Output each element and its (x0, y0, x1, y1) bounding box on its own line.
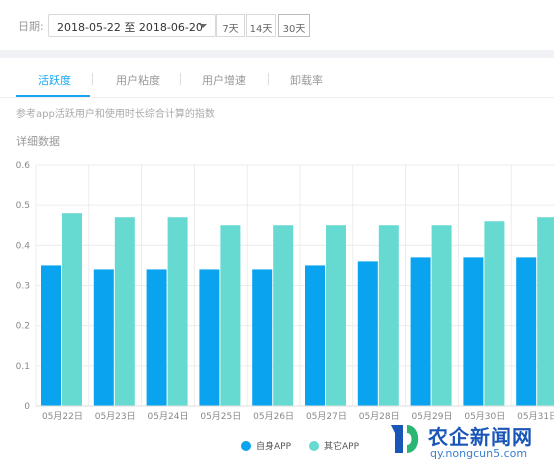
legend-swatch[interactable] (309, 441, 319, 451)
watermark: 农企新闻网 qy.nongcun5.com (388, 421, 548, 461)
date-label: 日期: (18, 20, 44, 33)
bar-self-app[interactable] (41, 265, 61, 406)
x-tick-label: 05月26日 (253, 411, 294, 422)
tab-divider (92, 73, 93, 85)
metric-description: 参考app活跃用户和使用时长综合计算的指数 (16, 109, 215, 120)
y-tick-label: 0.3 (16, 282, 30, 292)
bar-other-app[interactable] (167, 217, 188, 406)
tab-divider (180, 73, 181, 85)
y-tick-label: 0.5 (16, 201, 30, 211)
watermark-url: qy.nongcun5.com (430, 447, 528, 460)
bar-other-app[interactable] (431, 225, 452, 406)
caret-down-icon[interactable] (199, 24, 207, 28)
date-filter-bar: 日期: 2018-05-22 至 2018-06-20 7天 14天 30天 (0, 0, 554, 50)
x-tick-label: 05月23日 (95, 411, 136, 422)
y-tick-label: 0.1 (16, 362, 30, 372)
bar-other-app[interactable] (62, 213, 82, 406)
x-tick-label: 05月27日 (306, 411, 347, 422)
date-range-picker[interactable]: 2018-05-22 至 2018-06-20 (48, 14, 216, 37)
legend-label[interactable]: 其它APP (324, 440, 360, 452)
section-title: 详细数据 (16, 135, 60, 148)
bar-other-app[interactable] (378, 225, 399, 406)
section-separator (0, 50, 554, 58)
bar-self-app[interactable] (357, 261, 378, 406)
bar-self-app[interactable] (199, 269, 220, 406)
x-tick-label: 05月25日 (200, 411, 241, 422)
bar-self-app[interactable] (410, 257, 431, 406)
x-tick-label: 05月24日 (148, 411, 189, 422)
legend-swatch[interactable] (241, 441, 251, 451)
y-tick-label: 0.4 (16, 241, 31, 251)
y-tick-label: 0 (24, 402, 30, 412)
bar-other-app[interactable] (273, 225, 294, 406)
quick-range-14-days[interactable]: 14天 (246, 14, 276, 37)
bar-self-app[interactable] (516, 257, 537, 406)
watermark-logo-icon (391, 425, 419, 453)
y-tick-label: 0.2 (16, 322, 30, 332)
tab-divider (268, 73, 269, 85)
tab-user-stickiness[interactable]: 用户粘度 (116, 72, 160, 88)
bar-self-app[interactable] (252, 269, 273, 406)
watermark-title: 农企新闻网 (428, 425, 533, 449)
tab-uninstall-rate[interactable]: 卸载率 (290, 72, 323, 88)
legend-label[interactable]: 自身APP (256, 440, 292, 452)
tab-activity[interactable]: 活跃度 (38, 72, 71, 88)
quick-range-7-days[interactable]: 7天 (216, 14, 245, 37)
y-tick-label: 0.6 (16, 161, 31, 171)
tab-user-growth[interactable]: 用户增速 (202, 72, 246, 88)
active-tab-indicator (16, 95, 90, 97)
bar-other-app[interactable] (114, 217, 135, 406)
bar-self-app[interactable] (146, 269, 167, 406)
bar-self-app[interactable] (93, 269, 114, 406)
bar-other-app[interactable] (484, 221, 505, 406)
bar-other-app[interactable] (326, 225, 346, 406)
bar-other-app[interactable] (537, 217, 554, 406)
quick-range-30-days[interactable]: 30天 (278, 14, 310, 37)
bar-self-app[interactable] (463, 257, 484, 406)
bar-self-app[interactable] (305, 265, 325, 406)
bar-other-app[interactable] (220, 225, 241, 406)
x-tick-label: 05月22日 (42, 411, 83, 422)
metric-tabs: 活跃度 用户粘度 用户增速 卸载率 (0, 58, 554, 98)
date-range-value: 2018-05-22 至 2018-06-20 (57, 21, 203, 34)
